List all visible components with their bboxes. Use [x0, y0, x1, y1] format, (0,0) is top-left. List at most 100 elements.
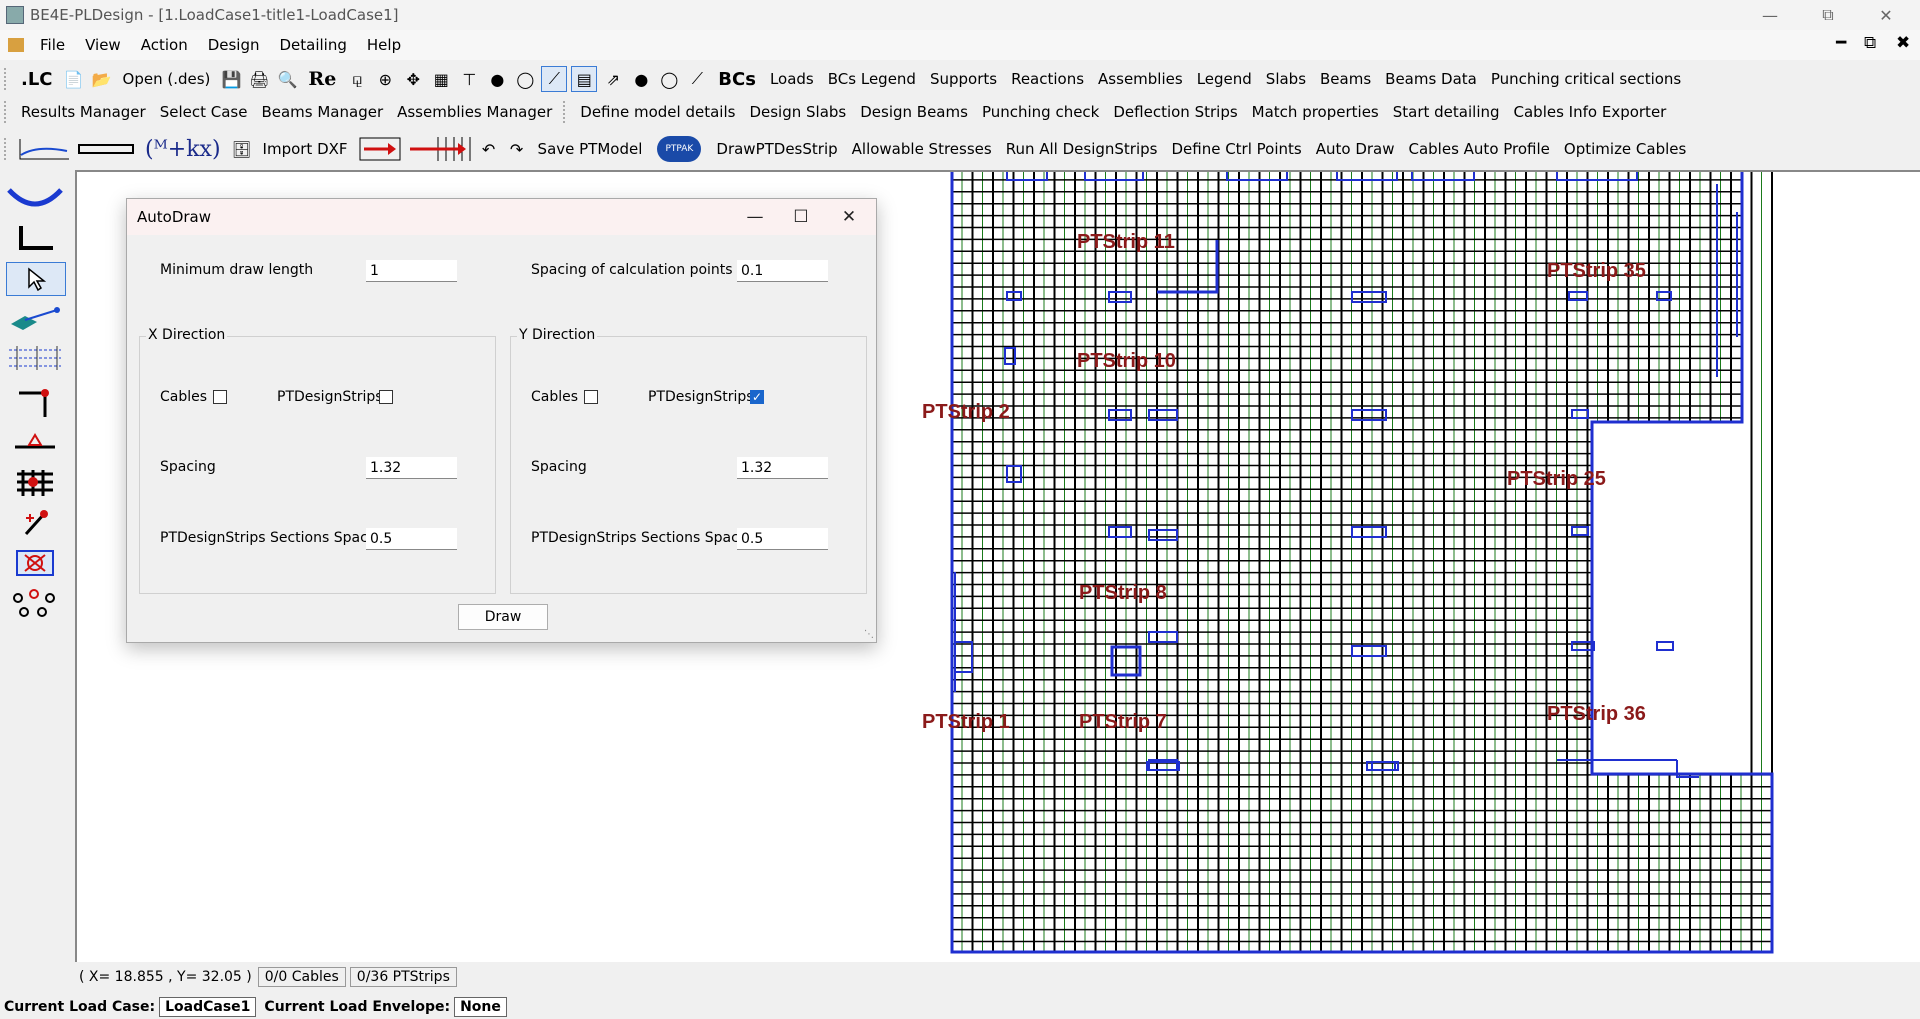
x-cables-checkbox[interactable]: [213, 390, 227, 404]
open-des-button[interactable]: Open (.des): [116, 70, 218, 88]
menu-design[interactable]: Design: [198, 36, 270, 54]
y-spacing-input[interactable]: [737, 457, 828, 479]
draw-button[interactable]: Draw: [458, 604, 548, 630]
assemblies-button[interactable]: Assemblies: [1091, 70, 1190, 88]
import-dxf-icon[interactable]: 🗄: [230, 137, 254, 161]
column-support-icon[interactable]: [6, 387, 64, 419]
draw-ptdesstrip-button[interactable]: DrawPTDesStrip: [709, 140, 844, 158]
pan-icon[interactable]: ✥: [401, 67, 425, 91]
restore-window-button[interactable]: ⧉: [1800, 0, 1856, 30]
document-icon[interactable]: [8, 38, 24, 52]
strip-grid-icon[interactable]: [407, 137, 473, 161]
deflection-strips-button[interactable]: Deflection Strips: [1106, 103, 1244, 121]
curve-icon[interactable]: [16, 137, 72, 161]
punching-critical-sections-button[interactable]: Punching critical sections: [1484, 70, 1688, 88]
add-node-icon[interactable]: [6, 507, 64, 539]
new-file-icon[interactable]: 📄: [62, 67, 86, 91]
grid-icon[interactable]: ▦: [429, 67, 453, 91]
circle-node-icon[interactable]: ◯: [513, 67, 537, 91]
dialog-minimize-icon[interactable]: —: [732, 199, 778, 235]
auto-draw-button[interactable]: Auto Draw: [1309, 140, 1402, 158]
open-folder-icon[interactable]: 📂: [90, 67, 114, 91]
cables-auto-profile-button[interactable]: Cables Auto Profile: [1402, 140, 1557, 158]
bcs-legend-button[interactable]: BCs Legend: [821, 70, 923, 88]
menu-action[interactable]: Action: [131, 36, 198, 54]
y-sections-spacing-input[interactable]: [737, 528, 828, 550]
close-window-button[interactable]: ✕: [1858, 0, 1914, 30]
load-case-value[interactable]: LoadCase1: [159, 996, 257, 1017]
match-properties-button[interactable]: Match properties: [1245, 103, 1386, 121]
opening-icon[interactable]: [6, 547, 64, 579]
beams-manager-button[interactable]: Beams Manager: [254, 103, 390, 121]
member-icon[interactable]: ⟋: [541, 66, 568, 92]
ptpak-button[interactable]: PTPAK: [657, 136, 702, 162]
assemblies-manager-button[interactable]: Assemblies Manager: [390, 103, 559, 121]
mdi-restore-icon[interactable]: ⧉: [1864, 33, 1876, 53]
redo-icon[interactable]: ↷: [505, 137, 529, 161]
design-slabs-button[interactable]: Design Slabs: [742, 103, 853, 121]
bcs-button[interactable]: BCs: [711, 69, 763, 90]
lc-button[interactable]: .LC: [14, 69, 60, 90]
print-preview-icon[interactable]: 🔍: [275, 67, 299, 91]
minimize-window-button[interactable]: —: [1742, 0, 1798, 30]
beams-button[interactable]: Beams: [1313, 70, 1378, 88]
x-sections-spacing-input[interactable]: [366, 528, 457, 550]
export-icon[interactable]: ⇗: [601, 67, 625, 91]
release-icon[interactable]: ◯: [657, 67, 681, 91]
design-beams-button[interactable]: Design Beams: [853, 103, 975, 121]
redraw-button[interactable]: Re: [301, 68, 343, 90]
run-all-designstrips-button[interactable]: Run All DesignStrips: [999, 140, 1165, 158]
pin-support-icon[interactable]: [6, 427, 64, 459]
cable-profile-icon[interactable]: [6, 182, 64, 214]
node-icon[interactable]: ●: [485, 67, 509, 91]
min-draw-length-input[interactable]: [366, 260, 457, 282]
optimize-cables-button[interactable]: Optimize Cables: [1557, 140, 1693, 158]
beams-data-button[interactable]: Beams Data: [1378, 70, 1484, 88]
axis-icon[interactable]: [6, 222, 64, 254]
points-icon[interactable]: [6, 587, 64, 619]
start-detailing-button[interactable]: Start detailing: [1386, 103, 1507, 121]
loads-button[interactable]: Loads: [763, 70, 821, 88]
supports-button[interactable]: Supports: [923, 70, 1004, 88]
cables-info-exporter-button[interactable]: Cables Info Exporter: [1507, 103, 1674, 121]
slabs-button[interactable]: Slabs: [1259, 70, 1313, 88]
formula-button[interactable]: (ᴹ+kx): [138, 137, 228, 162]
text-icon[interactable]: ⊤: [457, 67, 481, 91]
print-icon[interactable]: 🖨: [247, 67, 271, 91]
strip-arrow-icon[interactable]: [357, 137, 403, 161]
import-dxf-button[interactable]: Import DXF: [256, 140, 355, 158]
slab-panel-icon[interactable]: [6, 302, 64, 334]
zoom-window-icon[interactable]: ⚼: [345, 67, 369, 91]
menu-file[interactable]: File: [30, 36, 75, 54]
cable-icon[interactable]: ⟋: [685, 67, 709, 91]
define-model-details-button[interactable]: Define model details: [573, 103, 742, 121]
x-spacing-input[interactable]: [366, 457, 457, 479]
table-view-icon[interactable]: ▤: [571, 66, 598, 92]
spacing-calc-points-input[interactable]: [737, 260, 828, 282]
menu-help[interactable]: Help: [357, 36, 411, 54]
menu-view[interactable]: View: [75, 36, 131, 54]
x-strips-checkbox[interactable]: [379, 390, 393, 404]
dialog-maximize-icon[interactable]: ☐: [778, 199, 824, 235]
resize-grip-icon[interactable]: ⋱: [864, 629, 874, 640]
mesh-icon[interactable]: [6, 467, 64, 499]
legend-button[interactable]: Legend: [1190, 70, 1259, 88]
y-strips-checkbox[interactable]: ✓: [750, 390, 764, 404]
strip-lines-icon[interactable]: [6, 342, 64, 374]
menu-detailing[interactable]: Detailing: [270, 36, 357, 54]
define-ctrl-points-button[interactable]: Define Ctrl Points: [1164, 140, 1308, 158]
zoom-in-icon[interactable]: ⊕: [373, 67, 397, 91]
select-case-button[interactable]: Select Case: [153, 103, 255, 121]
mdi-close-icon[interactable]: ✖: [1896, 33, 1910, 53]
undo-icon[interactable]: ↶: [477, 137, 501, 161]
support-node-icon[interactable]: ●: [629, 67, 653, 91]
results-manager-button[interactable]: Results Manager: [14, 103, 153, 121]
punching-check-button[interactable]: Punching check: [975, 103, 1106, 121]
save-ptmodel-button[interactable]: Save PTModel: [531, 140, 650, 158]
mdi-minimize-icon[interactable]: ━: [1836, 33, 1846, 53]
allowable-stresses-button[interactable]: Allowable Stresses: [845, 140, 999, 158]
select-pointer-icon[interactable]: [6, 262, 66, 296]
y-cables-checkbox[interactable]: [584, 390, 598, 404]
save-icon[interactable]: 💾: [219, 67, 243, 91]
dialog-close-icon[interactable]: ✕: [826, 199, 872, 235]
